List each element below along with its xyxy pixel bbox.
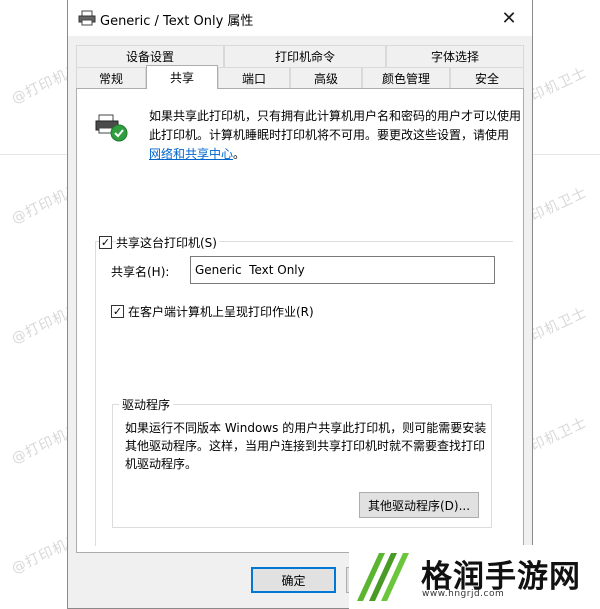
printer-properties-dialog: Generic / Text Only 属性 ✕ 设备设置 打印机命令 字体选择… [67, 0, 533, 609]
render-jobs-label: 在客户端计算机上呈现打印作业(R) [128, 303, 316, 320]
share-name-label: 共享名(H): [111, 265, 170, 279]
tab-general[interactable]: 常规 [76, 67, 146, 89]
sharing-panel: 如果共享此打印机，只有拥有此计算机用户名和密码的用户才可以使用此打印机。计算机睡… [76, 88, 524, 553]
brand-url: www.hngrjd.com [422, 589, 505, 599]
checkbox-checked-icon: ✓ [99, 236, 112, 249]
network-sharing-center-link[interactable]: 网络和共享中心 [149, 147, 233, 161]
sharing-description-text: 如果共享此打印机，只有拥有此计算机用户名和密码的用户才可以使用此打印机。计算机睡… [149, 109, 522, 142]
tab-row-top: 设备设置 打印机命令 字体选择 [76, 45, 524, 67]
drivers-description: 如果运行不同版本 Windows 的用户共享此打印机，则可能需要安装其他驱动程序… [125, 421, 487, 471]
tab-row-bottom: 常规 共享 端口 高级 颜色管理 安全 [76, 65, 524, 89]
close-icon: ✕ [501, 7, 517, 29]
tab-font-selection[interactable]: 字体选择 [386, 45, 524, 67]
tab-device-settings[interactable]: 设备设置 [76, 45, 224, 67]
tab-advanced[interactable]: 高级 [290, 67, 362, 89]
other-drivers-button[interactable]: 其他驱动程序(D)... [359, 492, 479, 518]
checkbox-checked-icon: ✓ [111, 305, 124, 318]
share-printer-label: 共享这台打印机(S) [116, 234, 219, 251]
window-title: Generic / Text Only 属性 [100, 14, 254, 29]
tab-color-management[interactable]: 颜色管理 [362, 67, 450, 89]
tab-sharing[interactable]: 共享 [146, 65, 218, 89]
brand-overlay: 格润手游网 www.hngrjd.com [349, 545, 600, 609]
tab-printer-commands[interactable]: 打印机命令 [224, 45, 386, 67]
tab-security[interactable]: 安全 [450, 67, 524, 89]
tab-ports[interactable]: 端口 [218, 67, 290, 89]
share-printer-checkbox[interactable]: ✓ 共享这台打印机(S) [99, 234, 219, 251]
close-button[interactable]: ✕ [486, 0, 532, 36]
printer-icon [78, 10, 96, 26]
sharing-description: 如果共享此打印机，只有拥有此计算机用户名和密码的用户才可以使用此打印机。计算机睡… [149, 107, 521, 164]
ok-button[interactable]: 确定 [251, 567, 336, 593]
share-name-input[interactable] [190, 256, 495, 284]
render-jobs-checkbox[interactable]: ✓ 在客户端计算机上呈现打印作业(R) [111, 303, 316, 320]
drivers-group-title: 驱动程序 [119, 396, 174, 413]
sharing-description-end: 。 [233, 147, 246, 161]
shared-printer-icon [95, 114, 128, 142]
drivers-group: 驱动程序 如果运行不同版本 Windows 的用户共享此打印机，则可能需要安装其… [112, 396, 492, 528]
title-bar[interactable]: Generic / Text Only 属性 ✕ [68, 0, 532, 36]
brand-logo-icon [351, 547, 411, 607]
